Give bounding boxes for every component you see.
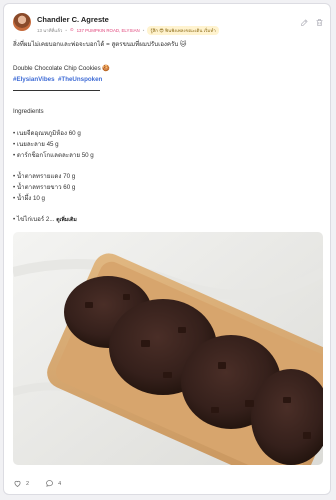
- like-button[interactable]: 2: [13, 479, 29, 488]
- ingredient-item-truncated: • ไข่ไก่เบอร์ 2... ดูเพิ่มเติม: [13, 216, 77, 224]
- comments-count: 4: [58, 480, 62, 487]
- hashtag-link[interactable]: #ElysianVibes: [13, 76, 55, 83]
- ingredients-heading: Ingredients: [13, 108, 44, 115]
- post-meta: 13 นาทีที่แล้ว • ⊙ 137 PUMPKIN ROAD, ELY…: [37, 25, 219, 35]
- post-location[interactable]: 137 PUMPKIN ROAD, ELYSIAN: [77, 28, 140, 33]
- post-intro: สิ่งที่ผมไม่เคยบอกและพ่อจะบอกได้ = สูตรข…: [13, 41, 187, 48]
- divider: [13, 90, 100, 91]
- see-more-link[interactable]: ดูเพิ่มเติม: [56, 217, 77, 223]
- post-actions: 2 4: [13, 479, 71, 488]
- post-photo[interactable]: [13, 232, 323, 465]
- heart-icon: [13, 479, 22, 488]
- likes-count: 2: [26, 480, 30, 487]
- comment-button[interactable]: 4: [45, 479, 61, 488]
- trash-icon[interactable]: [315, 18, 324, 27]
- ingredient-item: • เนยละลาย 45 g: [13, 141, 59, 148]
- post-card: Chandler C. Agreste 13 นาทีที่แล้ว • ⊙ 1…: [3, 3, 331, 495]
- ingredient-item: • เนยจืดอุณหภูมิห้อง 60 g: [13, 130, 81, 137]
- ingredient-item: • ไข่ไก่เบอร์ 2...: [13, 216, 55, 223]
- location-pin-icon: ⊙: [69, 27, 74, 32]
- feeling-badge: รู้สึก 😎 ฟินฟังเพลงขณะเดิน เริ่มทำ: [147, 25, 219, 35]
- comment-icon: [45, 479, 54, 488]
- post-time: 13 นาทีที่แล้ว: [37, 27, 63, 33]
- meta-separator: •: [65, 27, 67, 33]
- ingredient-item: • ดาร์กช็อกโกแลตละลาย 50 g: [13, 152, 94, 159]
- hashtags: #ElysianVibes #TheUnspoken: [13, 76, 102, 84]
- ingredient-item: • น้ำตาลทรายขาว 60 g: [13, 184, 76, 191]
- avatar[interactable]: [13, 13, 31, 31]
- meta-separator: •: [142, 27, 145, 33]
- ingredient-item: • น้ำตาลทรายแดง 70 g: [13, 173, 76, 180]
- ingredient-item: • น้ำผึ้ง 10 g: [13, 195, 45, 202]
- pencil-icon[interactable]: [300, 18, 309, 27]
- hashtag-link[interactable]: #TheUnspoken: [58, 76, 102, 83]
- recipe-title: Double Chocolate Chip Cookies 🍪: [13, 65, 111, 72]
- author-name[interactable]: Chandler C. Agreste: [37, 15, 109, 24]
